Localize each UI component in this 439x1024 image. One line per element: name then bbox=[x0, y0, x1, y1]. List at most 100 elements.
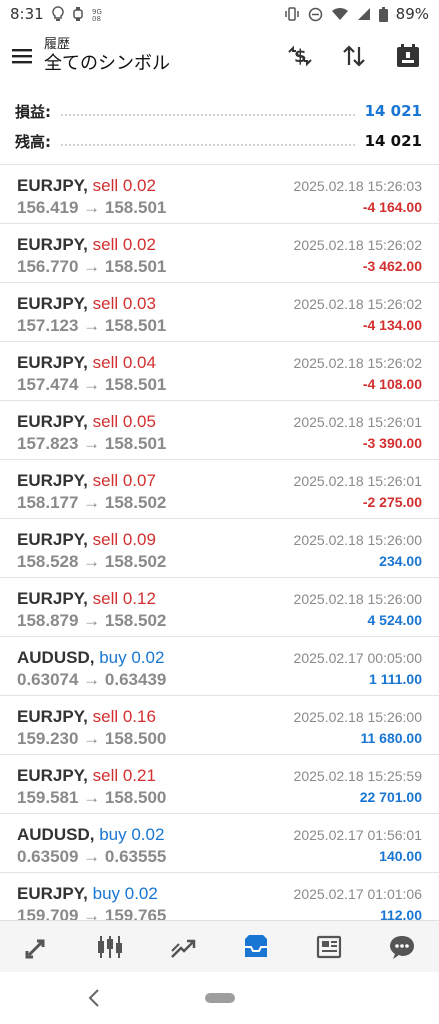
bottom-navigation bbox=[0, 920, 439, 973]
page-title: 全てのシンボル bbox=[44, 53, 170, 75]
trade-profit: 11 680.00 bbox=[360, 730, 422, 746]
trade-row[interactable]: EURJPY, sell 0.16 159.230 → 158.500 2025… bbox=[0, 696, 439, 755]
trade-row[interactable]: EURJPY, sell 0.05 157.823 → 158.501 2025… bbox=[0, 401, 439, 460]
dnd-icon bbox=[308, 7, 323, 22]
trade-profit: -4 164.00 bbox=[362, 199, 422, 215]
trade-side: sell 0.02 bbox=[92, 176, 156, 195]
vibrate-icon bbox=[284, 7, 300, 21]
chart-icon[interactable] bbox=[85, 925, 135, 969]
trade-row[interactable]: EURJPY, sell 0.07 158.177 → 158.502 2025… bbox=[0, 460, 439, 519]
trade-symbol: EURJPY, bbox=[17, 471, 88, 490]
currency-exchange-icon[interactable]: $ bbox=[285, 41, 315, 71]
trade-time: 2025.02.18 15:26:02 bbox=[293, 237, 422, 253]
page-subtitle: 履歴 bbox=[44, 36, 71, 52]
trade-side: sell 0.21 bbox=[92, 766, 156, 785]
trade-symbol: EURJPY, bbox=[17, 235, 88, 254]
trade-row[interactable]: EURJPY, sell 0.02 156.770 → 158.501 2025… bbox=[0, 224, 439, 283]
profit-label: 損益: bbox=[15, 102, 51, 121]
profit-row: 損益: 14 021 bbox=[0, 96, 439, 126]
trade-time: 2025.02.17 01:56:01 bbox=[293, 827, 422, 843]
title-block[interactable]: 履歴 全てのシンボル bbox=[44, 36, 285, 75]
trade-profit: -4 134.00 bbox=[362, 317, 422, 333]
trade-row[interactable]: EURJPY, sell 0.04 157.474 → 158.501 2025… bbox=[0, 342, 439, 401]
trade-profit: -3 390.00 bbox=[362, 435, 422, 451]
trade-symbol: EURJPY, bbox=[17, 412, 88, 431]
trade-symbol: EURJPY, bbox=[17, 884, 88, 903]
chat-icon[interactable] bbox=[377, 925, 427, 969]
svg-text:$: $ bbox=[294, 46, 307, 67]
trade-time: 2025.02.18 15:26:02 bbox=[293, 296, 422, 312]
trade-time: 2025.02.18 15:26:00 bbox=[293, 591, 422, 607]
trade-symbol: AUDUSD, bbox=[17, 825, 95, 844]
trade-row[interactable]: EURJPY, buy 0.02 159.709 → 159.765 2025.… bbox=[0, 873, 439, 921]
home-pill[interactable] bbox=[204, 993, 235, 1003]
trade-profit: -2 275.00 bbox=[362, 494, 422, 510]
trade-side: buy 0.02 bbox=[92, 884, 158, 903]
trade-prices: 158.528 → 158.502 bbox=[17, 552, 167, 571]
trade-time: 2025.02.18 15:26:00 bbox=[293, 532, 422, 548]
dotted-leader bbox=[61, 114, 355, 116]
trade-row[interactable]: AUDUSD, buy 0.02 0.63509 → 0.63555 2025.… bbox=[0, 814, 439, 873]
trade-prices: 157.474 → 158.501 bbox=[17, 375, 167, 394]
trade-prices: 0.63509 → 0.63555 bbox=[17, 847, 167, 866]
trade-prices: 156.770 → 158.501 bbox=[17, 257, 167, 276]
battery-icon bbox=[378, 6, 388, 22]
trade-side: buy 0.02 bbox=[99, 825, 165, 844]
trade-icon[interactable] bbox=[158, 925, 208, 969]
trade-profit: 112.00 bbox=[379, 907, 422, 921]
trade-time: 2025.02.17 00:05:00 bbox=[293, 650, 422, 666]
trade-row[interactable]: EURJPY, sell 0.02 156.419 → 158.501 2025… bbox=[0, 165, 439, 224]
trade-symbol: EURJPY, bbox=[17, 353, 88, 372]
trade-time: 2025.02.18 15:26:02 bbox=[293, 355, 422, 371]
history-icon[interactable] bbox=[231, 925, 281, 969]
trade-row[interactable]: EURJPY, sell 0.09 158.528 → 158.502 2025… bbox=[0, 519, 439, 578]
app-bar: 履歴 全てのシンボル $ bbox=[0, 28, 439, 84]
trade-row[interactable]: EURJPY, sell 0.03 157.123 → 158.501 2025… bbox=[0, 283, 439, 342]
trade-profit: -4 108.00 bbox=[362, 376, 422, 392]
trade-row[interactable]: EURJPY, sell 0.12 158.879 → 158.502 2025… bbox=[0, 578, 439, 637]
svg-text:08: 08 bbox=[92, 15, 101, 22]
trade-profit: -3 462.00 bbox=[362, 258, 422, 274]
trade-row[interactable]: EURJPY, sell 0.21 159.581 → 158.500 2025… bbox=[0, 755, 439, 814]
sort-icon[interactable] bbox=[339, 41, 369, 71]
trade-prices: 157.823 → 158.501 bbox=[17, 434, 167, 453]
trade-prices: 156.419 → 158.501 bbox=[17, 198, 167, 217]
battery-level: 89% bbox=[395, 5, 429, 23]
calendar-icon[interactable] bbox=[393, 41, 423, 71]
back-icon[interactable] bbox=[84, 986, 104, 1010]
trade-side: sell 0.16 bbox=[92, 707, 156, 726]
trade-prices: 159.230 → 158.500 bbox=[17, 729, 167, 748]
trade-symbol: EURJPY, bbox=[17, 589, 88, 608]
quotes-icon[interactable] bbox=[12, 925, 62, 969]
trade-side: sell 0.03 bbox=[92, 294, 156, 313]
trade-side: sell 0.09 bbox=[92, 530, 156, 549]
trade-profit: 22 701.00 bbox=[359, 789, 422, 805]
status-bar: 8:31 9G 08 89% bbox=[0, 0, 439, 28]
trade-history-list[interactable]: EURJPY, sell 0.02 156.419 → 158.501 2025… bbox=[0, 164, 439, 921]
signal-icon bbox=[357, 7, 371, 21]
trade-symbol: EURJPY, bbox=[17, 707, 88, 726]
data-icon: 9G 08 bbox=[92, 6, 108, 22]
trade-time: 2025.02.17 01:01:06 bbox=[293, 886, 422, 902]
system-navigation bbox=[0, 972, 439, 1024]
trade-prices: 158.177 → 158.502 bbox=[17, 493, 167, 512]
trade-profit: 140.00 bbox=[379, 848, 422, 864]
trade-profit: 1 111.00 bbox=[369, 671, 422, 687]
trade-time: 2025.02.18 15:26:01 bbox=[293, 414, 422, 430]
profit-value: 14 021 bbox=[364, 102, 422, 120]
menu-icon[interactable] bbox=[10, 44, 34, 68]
balance-label: 残高: bbox=[15, 132, 51, 151]
trade-row[interactable]: AUDUSD, buy 0.02 0.63074 → 0.63439 2025.… bbox=[0, 637, 439, 696]
trade-side: sell 0.12 bbox=[92, 589, 156, 608]
account-summary: 損益: 14 021 残高: 14 021 bbox=[0, 96, 439, 156]
news-icon[interactable] bbox=[304, 925, 354, 969]
trade-prices: 157.123 → 158.501 bbox=[17, 316, 167, 335]
trade-prices: 158.879 → 158.502 bbox=[17, 611, 167, 630]
trade-symbol: AUDUSD, bbox=[17, 648, 95, 667]
trade-time: 2025.02.18 15:26:00 bbox=[293, 709, 422, 725]
trade-profit: 234.00 bbox=[379, 553, 422, 569]
trade-side: buy 0.02 bbox=[99, 648, 165, 667]
trade-side: sell 0.04 bbox=[92, 353, 156, 372]
trade-profit: 4 524.00 bbox=[367, 612, 423, 628]
trade-symbol: EURJPY, bbox=[17, 294, 88, 313]
